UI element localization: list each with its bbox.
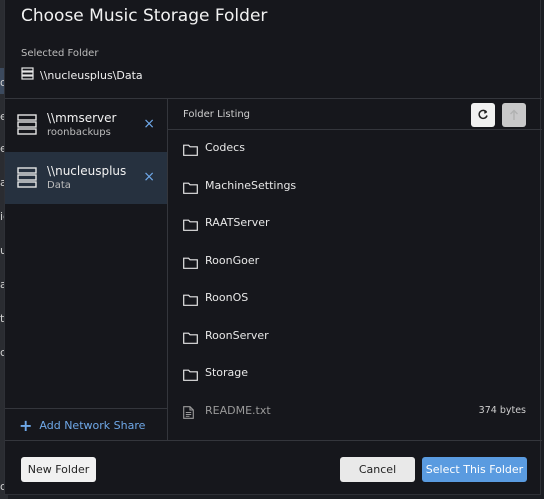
add-network-share-button[interactable]: + Add Network Share — [19, 415, 146, 435]
share-item-nucleusplus[interactable]: \\nucleusplus Data × — [5, 152, 167, 204]
item-name: RoonOS — [205, 291, 249, 304]
folder-row[interactable]: MachineSettings — [168, 168, 542, 205]
choose-folder-dialog: Choose Music Storage Folder Selected Fol… — [4, 0, 542, 495]
file-icon — [183, 404, 194, 423]
select-this-folder-button[interactable]: Select This Folder — [422, 457, 527, 482]
plus-icon: + — [19, 415, 33, 435]
folder-icon — [183, 216, 198, 235]
folder-row[interactable]: RoonOS — [168, 280, 542, 317]
item-size: 374 bytes — [478, 404, 526, 416]
server-icon — [17, 167, 37, 193]
selected-folder-path-text: \\nucleusplus\Data — [40, 68, 143, 82]
file-row[interactable]: README.txt 374 bytes — [168, 393, 542, 430]
arrow-up-icon — [509, 106, 519, 125]
dialog-title: Choose Music Storage Folder — [21, 6, 268, 26]
dialog-body: \\mmserver roonbackups × \\nucleusplus D… — [5, 98, 542, 441]
refresh-icon — [477, 106, 489, 125]
share-name: \\mmserver — [47, 111, 117, 125]
folder-listing-title: Folder Listing — [183, 109, 251, 120]
folder-listing-panel: Folder Listing Codecs MachineSettings RAAT… — [168, 99, 542, 440]
share-name: \\nucleusplus — [47, 164, 127, 178]
folder-row[interactable]: RoonGoer — [168, 243, 542, 280]
parent-folder-button[interactable] — [502, 103, 526, 127]
item-name: Codecs — [205, 141, 245, 154]
selected-folder-label: Selected Folder — [21, 48, 99, 59]
share-subfolder: Data — [47, 180, 71, 191]
item-name: RAATServer — [205, 216, 270, 229]
server-icon — [21, 67, 34, 83]
item-name: README.txt — [205, 403, 271, 417]
folder-row[interactable]: Storage — [168, 355, 542, 392]
folder-icon — [183, 291, 198, 310]
share-item-mmserver[interactable]: \\mmserver roonbackups × — [5, 99, 167, 151]
item-name: RoonGoer — [205, 253, 260, 267]
folder-icon — [183, 141, 198, 160]
item-name: Storage — [205, 366, 249, 379]
cancel-button[interactable]: Cancel — [340, 457, 415, 482]
folder-listing-header: Folder Listing — [168, 99, 542, 130]
item-name: MachineSettings — [205, 178, 297, 192]
folder-icon — [183, 366, 198, 385]
new-folder-button[interactable]: New Folder — [21, 457, 96, 482]
folder-row[interactable]: Codecs — [168, 130, 542, 167]
server-icon — [17, 114, 37, 140]
folder-row[interactable]: RoonServer — [168, 318, 542, 355]
add-network-share-label: Add Network Share — [39, 419, 146, 432]
item-name: RoonServer — [205, 328, 269, 342]
remove-share-icon[interactable]: × — [143, 116, 155, 132]
folder-icon — [183, 179, 198, 198]
folder-row[interactable]: RAATServer — [168, 205, 542, 242]
network-shares-panel: \\mmserver roonbackups × \\nucleusplus D… — [5, 99, 168, 440]
refresh-button[interactable] — [471, 103, 495, 127]
dialog-footer: New Folder Cancel Select This Folder — [5, 442, 542, 495]
remove-share-icon[interactable]: × — [143, 169, 155, 185]
folder-icon — [183, 329, 198, 348]
share-subfolder: roonbackups — [47, 127, 111, 138]
add-share-area: + Add Network Share — [5, 408, 167, 440]
folder-icon — [183, 254, 198, 273]
selected-folder-path: \\nucleusplus\Data — [21, 67, 143, 83]
